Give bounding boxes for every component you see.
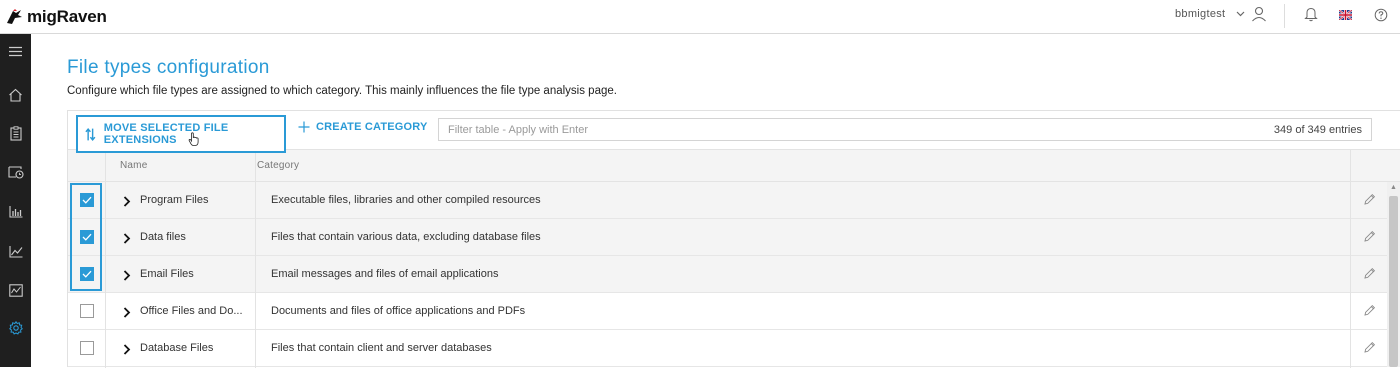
column-divider	[1350, 149, 1351, 368]
checkmark-icon	[82, 233, 92, 241]
home-icon[interactable]	[0, 82, 31, 108]
scroll-up-arrow-icon[interactable]: ▲	[1390, 184, 1397, 191]
edit-pencil-icon[interactable]	[1363, 230, 1376, 248]
row-category: Executable files, libraries and other co…	[271, 194, 541, 206]
expand-chevron-icon[interactable]	[123, 305, 131, 323]
expand-chevron-icon[interactable]	[123, 268, 131, 286]
page-description: Configure which file types are assigned …	[67, 85, 617, 97]
table-row[interactable]: Database Files Files that contain client …	[68, 330, 1400, 367]
row-category: Files that contain various data, excludi…	[271, 231, 541, 243]
row-name: Program Files	[140, 194, 209, 206]
expand-chevron-icon[interactable]	[123, 231, 131, 249]
expand-chevron-icon[interactable]	[123, 342, 131, 360]
hand-cursor-icon	[188, 132, 199, 146]
filter-box: 349 of 349 entries	[438, 118, 1372, 141]
create-category-label: CREATE CATEGORY	[316, 121, 428, 133]
uk-flag-icon[interactable]	[1339, 10, 1352, 20]
column-divider	[255, 149, 256, 368]
row-checkbox[interactable]	[80, 230, 94, 244]
column-divider	[105, 149, 106, 368]
chevron-down-icon[interactable]	[1236, 9, 1245, 18]
user-icon[interactable]	[1251, 6, 1267, 22]
row-checkbox[interactable]	[80, 341, 94, 355]
bell-icon[interactable]	[1304, 6, 1318, 22]
column-header-name[interactable]: Name	[120, 160, 147, 171]
column-header-category[interactable]: Category	[257, 160, 299, 171]
app-name: migRaven	[27, 7, 107, 26]
clipboard-icon[interactable]	[0, 120, 31, 146]
bar-chart-icon[interactable]	[0, 198, 31, 224]
scrollbar-thumb[interactable]	[1389, 196, 1398, 367]
row-checkbox[interactable]	[80, 193, 94, 207]
table-header: Name Category	[68, 149, 1400, 182]
checkmark-icon	[82, 196, 92, 204]
table-row[interactable]: Program Files Executable files, libraries…	[68, 182, 1400, 219]
row-name: Email Files	[140, 268, 194, 280]
table-row[interactable]: Office Files and Do... Documents and file…	[68, 293, 1400, 330]
move-selected-button[interactable]: MOVE SELECTED FILE EXTENSIONS	[76, 115, 286, 153]
activity-icon[interactable]	[0, 277, 31, 303]
edit-pencil-icon[interactable]	[1363, 341, 1376, 359]
help-icon[interactable]	[1374, 8, 1388, 22]
entries-count: 349 of 349 entries	[1273, 124, 1362, 136]
plus-icon	[298, 121, 310, 133]
divider	[1284, 4, 1285, 28]
menu-icon[interactable]	[0, 38, 31, 64]
swap-vertical-icon	[85, 127, 96, 141]
expand-chevron-icon[interactable]	[123, 194, 131, 212]
row-checkbox[interactable]	[80, 304, 94, 318]
table-toolbar: MOVE SELECTED FILE EXTENSIONS CREATE CAT…	[68, 111, 1400, 153]
row-name: Office Files and Do...	[140, 305, 243, 317]
line-chart-icon[interactable]	[0, 238, 31, 264]
app-logo[interactable]: migRaven	[6, 6, 107, 28]
row-checkbox[interactable]	[80, 267, 94, 281]
file-types-panel: MOVE SELECTED FILE EXTENSIONS CREATE CAT…	[67, 110, 1400, 368]
table-row[interactable]: Data files Files that contain various dat…	[68, 219, 1400, 256]
username[interactable]: bbmigtest	[1175, 8, 1225, 20]
edit-pencil-icon[interactable]	[1363, 267, 1376, 285]
row-category: Documents and files of office applicatio…	[271, 305, 526, 317]
settings-icon[interactable]	[0, 315, 31, 341]
edit-pencil-icon[interactable]	[1363, 304, 1376, 322]
checkmark-icon	[82, 270, 92, 278]
edit-pencil-icon[interactable]	[1363, 193, 1376, 211]
side-nav	[0, 34, 31, 367]
row-name: Database Files	[140, 342, 214, 354]
row-category: Email messages and files of email applic…	[271, 268, 499, 280]
create-category-button[interactable]: CREATE CATEGORY	[298, 121, 428, 133]
table-row[interactable]: Email Files Email messages and files of e…	[68, 256, 1400, 293]
table-filter-input[interactable]	[439, 119, 1199, 140]
top-bar: migRaven bbmigtest	[0, 0, 1400, 34]
row-name: Data files	[140, 231, 186, 243]
page-title: File types configuration	[67, 57, 270, 78]
raven-logo-icon	[7, 9, 22, 24]
row-category: Files that contain client and server dat…	[271, 342, 492, 354]
folder-clock-icon[interactable]	[0, 159, 31, 185]
